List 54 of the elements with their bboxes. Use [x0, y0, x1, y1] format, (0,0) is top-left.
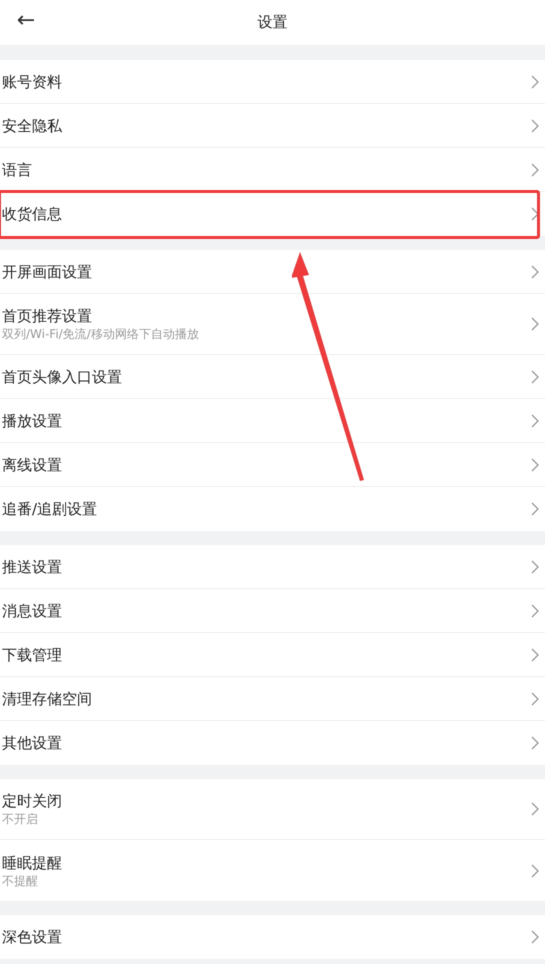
row-label: 下载管理: [2, 644, 63, 664]
settings-row[interactable]: 定时关闭 不开启: [0, 779, 545, 840]
row-label: 播放设置: [2, 410, 63, 430]
chevron-right-icon: [531, 648, 539, 662]
settings-row[interactable]: 下载管理: [0, 633, 545, 677]
chevron-right-icon: [531, 802, 539, 816]
chevron-right-icon: [531, 604, 539, 618]
settings-row[interactable]: 收货信息: [0, 192, 545, 236]
back-button[interactable]: ←: [12, 7, 40, 35]
settings-row[interactable]: 深色设置: [0, 915, 545, 959]
settings-row[interactable]: 消息设置: [0, 589, 545, 633]
row-subtitle: 不提醒: [2, 872, 39, 888]
row-label: 追番/追剧设置: [2, 499, 98, 519]
settings-row[interactable]: 安全隐私: [0, 104, 545, 148]
settings-row[interactable]: 清理存储空间: [0, 677, 545, 721]
row-label: 其他设置: [2, 733, 63, 753]
chevron-right-icon: [531, 930, 539, 944]
page-title: 设置: [258, 12, 288, 34]
chevron-right-icon: [531, 162, 539, 176]
chevron-right-icon: [531, 118, 539, 132]
chevron-right-icon: [531, 864, 539, 878]
row-label: 首页头像入口设置: [2, 366, 123, 386]
row-label: 推送设置: [2, 556, 63, 576]
row-label: 开屏画面设置: [2, 262, 93, 282]
row-label: 离线设置: [2, 454, 63, 474]
chevron-right-icon: [531, 560, 539, 574]
settings-row[interactable]: 睡眠提醒 不提醒: [0, 840, 545, 901]
row-label: 深色设置: [2, 927, 63, 947]
settings-row[interactable]: 追番/追剧设置: [0, 487, 545, 531]
settings-row[interactable]: 推送设置: [0, 545, 545, 589]
chevron-right-icon: [531, 317, 539, 331]
chevron-right-icon: [531, 264, 539, 278]
row-label: 语言: [2, 160, 33, 180]
row-label: 收货信息: [2, 204, 63, 224]
settings-row[interactable]: 账号资料: [0, 60, 545, 104]
row-label: 定时关闭: [2, 791, 63, 811]
row-label: 消息设置: [2, 600, 63, 620]
row-label: 首页推荐设置: [2, 306, 93, 326]
row-subtitle: 不开启: [2, 811, 39, 827]
chevron-right-icon: [531, 458, 539, 472]
chevron-right-icon: [531, 502, 539, 516]
chevron-right-icon: [531, 414, 539, 428]
settings-row[interactable]: 其他设置: [0, 721, 545, 765]
settings-row[interactable]: 语言: [0, 148, 545, 192]
row-label: 清理存储空间: [2, 688, 93, 708]
row-label: 睡眠提醒: [2, 852, 63, 872]
chevron-right-icon: [531, 74, 539, 88]
chevron-right-icon: [531, 692, 539, 706]
chevron-right-icon: [531, 736, 539, 750]
row-subtitle: 双列/Wi-Fi/免流/移动网络下自动播放: [2, 326, 200, 342]
row-label: 安全隐私: [2, 116, 63, 136]
chevron-right-icon: [531, 370, 539, 384]
row-label: 账号资料: [2, 72, 63, 92]
chevron-right-icon: [531, 207, 539, 221]
